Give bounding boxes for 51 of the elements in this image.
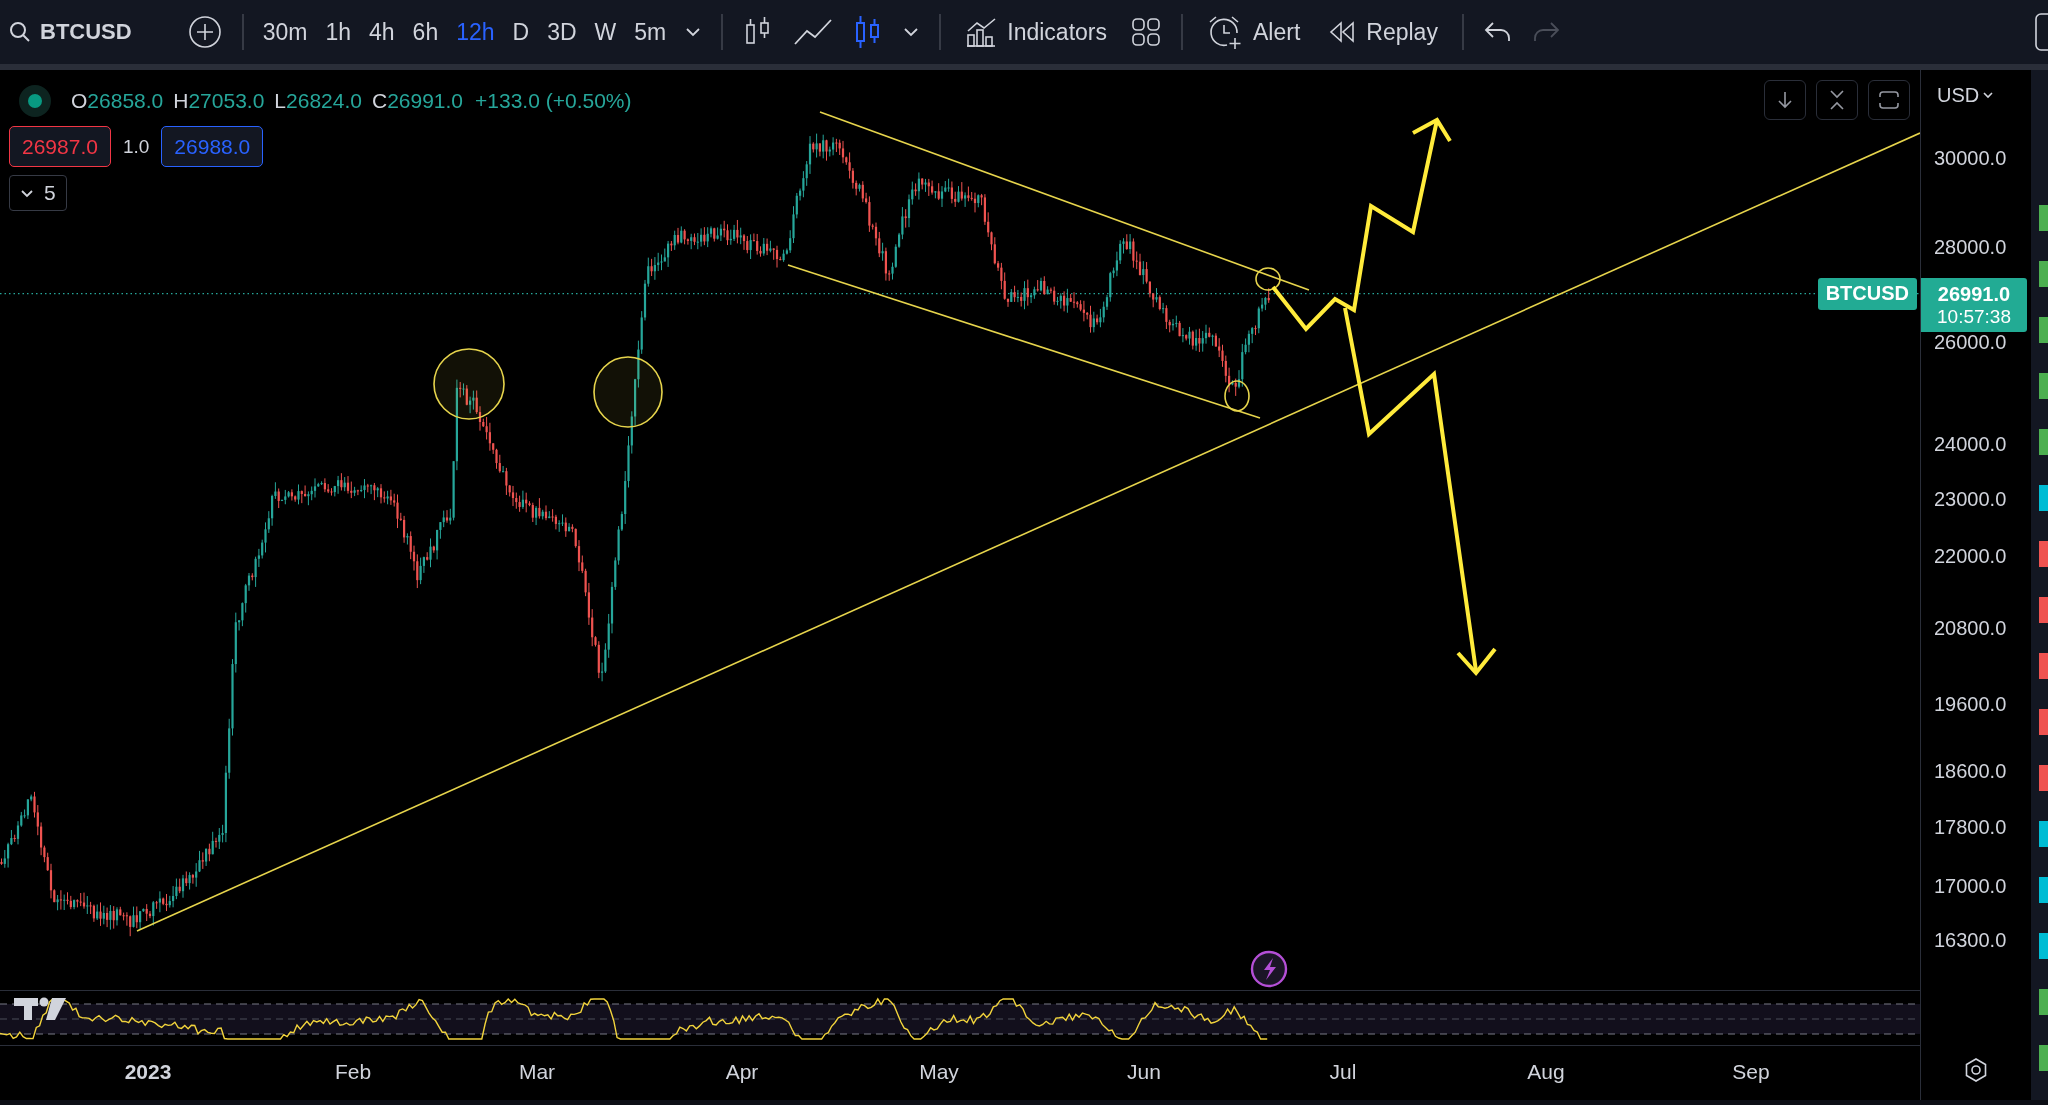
ohlc-value: 27053.0 (188, 89, 265, 113)
price-axis-label: 20800.0 (1934, 615, 2007, 640)
ohlc-label: H (173, 89, 189, 113)
interval-tab[interactable]: 12h (447, 9, 504, 55)
time-axis-label: Jun (1127, 1060, 1161, 1084)
symbol-price-tag: BTCUSD (1817, 277, 1917, 310)
replay-button[interactable]: Replay (1314, 9, 1452, 55)
time-axis-label: 2023 (124, 1060, 172, 1084)
ohlc-value: 26858.0 (87, 89, 164, 113)
price-axis-label: 30000.0 (1934, 146, 2007, 171)
price-axis-label: 16300.0 (1934, 928, 2007, 953)
buy-price-button[interactable]: 26988.0 (161, 126, 264, 167)
indicators-button[interactable]: Indicators (951, 9, 1121, 55)
time-axis-label: Mar (518, 1060, 556, 1084)
ohlc-label: L (274, 89, 287, 113)
interval-tab[interactable]: 3D (538, 9, 586, 55)
interval-tab[interactable]: 4h (360, 9, 404, 55)
last-price: 26991.0 (1937, 281, 2011, 306)
time-axis-label: Sep (1732, 1060, 1770, 1084)
currency-dropdown[interactable]: USD (1935, 82, 1996, 109)
interval-tab[interactable]: 30m (253, 9, 317, 55)
time-axis-label: Apr (725, 1060, 759, 1084)
price-axis-label: 18600.0 (1934, 758, 2007, 783)
time-axis-label: Aug (1527, 1060, 1565, 1084)
interval-tab[interactable]: 6h (403, 9, 448, 55)
price-axis-label: 22000.0 (1934, 543, 2007, 568)
spread-value: 1.0 (122, 135, 150, 158)
price-axis-label: 23000.0 (1934, 486, 2007, 511)
price-axis-label: 17800.0 (1934, 815, 2007, 840)
alert-button[interactable]: Alert (1193, 9, 1315, 55)
interval-tab[interactable]: 1h (316, 9, 360, 55)
price-axis-label: 26000.0 (1934, 329, 2007, 354)
ohlc-label: C (371, 89, 388, 113)
interval-tab[interactable]: D (503, 9, 539, 55)
time-axis-label: May (919, 1060, 959, 1084)
price-axis-label: 17000.0 (1934, 874, 2007, 899)
ohlc-label: O (71, 89, 88, 113)
ohlc-value: 26824.0 (286, 89, 362, 113)
indicators-collapse-button[interactable]: 5 (9, 175, 67, 211)
sell-price-button[interactable]: 26987.0 (9, 126, 111, 167)
price-axis-label: 19600.0 (1934, 691, 2007, 716)
interval-tab[interactable]: W (585, 9, 626, 55)
interval-tab[interactable]: 5m (625, 9, 676, 55)
ohlc-value: 26991.0 (387, 89, 464, 113)
price-change: +133.0 (+0.50%) (475, 89, 632, 113)
time-axis-label: Feb (334, 1060, 372, 1084)
symbol-search[interactable]: BTCUSD (6, 9, 140, 55)
price-axis-label: 28000.0 (1934, 234, 2007, 259)
price-axis-label: 24000.0 (1934, 432, 2007, 457)
bar-countdown: 10:57:38 (1937, 305, 2011, 328)
time-axis-label: Jul (1329, 1060, 1357, 1084)
